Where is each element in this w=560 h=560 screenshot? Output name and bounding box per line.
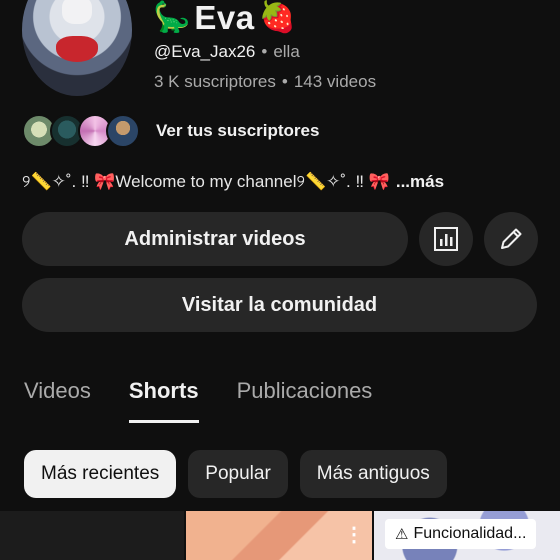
- view-subscribers-link[interactable]: Ver tus suscriptores: [156, 121, 319, 141]
- video-count: 143 videos: [293, 72, 377, 91]
- chip-most-recent[interactable]: Más recientes: [24, 450, 177, 498]
- edit-channel-button[interactable]: [484, 212, 538, 266]
- strawberry-emoji: 🍓: [258, 1, 296, 34]
- more-vert-icon[interactable]: ⋮: [344, 525, 364, 545]
- sort-chips: Más recientes Popular Más antiguos: [24, 450, 447, 498]
- channel-handle: @Eva_Jax26: [154, 42, 256, 61]
- warning-icon: ⚠: [395, 526, 409, 543]
- chip-popular[interactable]: Popular: [188, 450, 288, 498]
- subscriber-avatar: [106, 114, 140, 148]
- separator: •: [281, 72, 288, 91]
- pencil-icon: [501, 228, 522, 249]
- tab-videos[interactable]: Videos: [24, 378, 91, 423]
- channel-tabs: Videos Shorts Publicaciones: [24, 378, 372, 423]
- analytics-icon: [434, 227, 458, 251]
- tab-shorts[interactable]: Shorts: [128, 378, 199, 423]
- channel-description[interactable]: ୨📏✧˚. ‼ 🎀Welcome to my channel୨📏✧˚. ‼ 🎀 …: [22, 172, 444, 192]
- chip-oldest[interactable]: Más antiguos: [299, 450, 447, 498]
- channel-avatar[interactable]: [22, 0, 132, 96]
- channel-name: Eva: [194, 0, 255, 36]
- description-text: ୨📏✧˚. ‼ 🎀Welcome to my channel୨📏✧˚. ‼ 🎀: [22, 172, 390, 191]
- more-link[interactable]: ...más: [396, 172, 444, 192]
- manage-videos-button[interactable]: Administrar videos: [22, 212, 408, 266]
- channel-pronouns: ella: [273, 42, 300, 61]
- channel-name-row: 🦕 Eva 🍓: [153, 0, 296, 36]
- separator: •: [261, 42, 268, 61]
- restricted-feature-badge: ⚠ Funcionalidad...: [385, 519, 537, 549]
- avatar-bow: [56, 36, 98, 62]
- view-subscribers-row[interactable]: Ver tus suscriptores: [22, 114, 319, 148]
- channel-handle-row: @Eva_Jax26 • ella: [154, 42, 300, 62]
- subscriber-count: 3 K suscriptores: [154, 72, 276, 91]
- avatar-face: [62, 0, 92, 24]
- badge-text: Funcionalidad...: [413, 525, 527, 542]
- channel-stats: 3 K suscriptores • 143 videos: [154, 72, 376, 92]
- tab-publicaciones[interactable]: Publicaciones: [237, 378, 373, 423]
- analytics-button[interactable]: [419, 212, 473, 266]
- short-thumbnail[interactable]: [0, 511, 184, 560]
- visit-community-button[interactable]: Visitar la comunidad: [22, 278, 537, 332]
- dinosaur-emoji: 🦕: [153, 1, 191, 34]
- subscriber-avatars: [22, 114, 140, 148]
